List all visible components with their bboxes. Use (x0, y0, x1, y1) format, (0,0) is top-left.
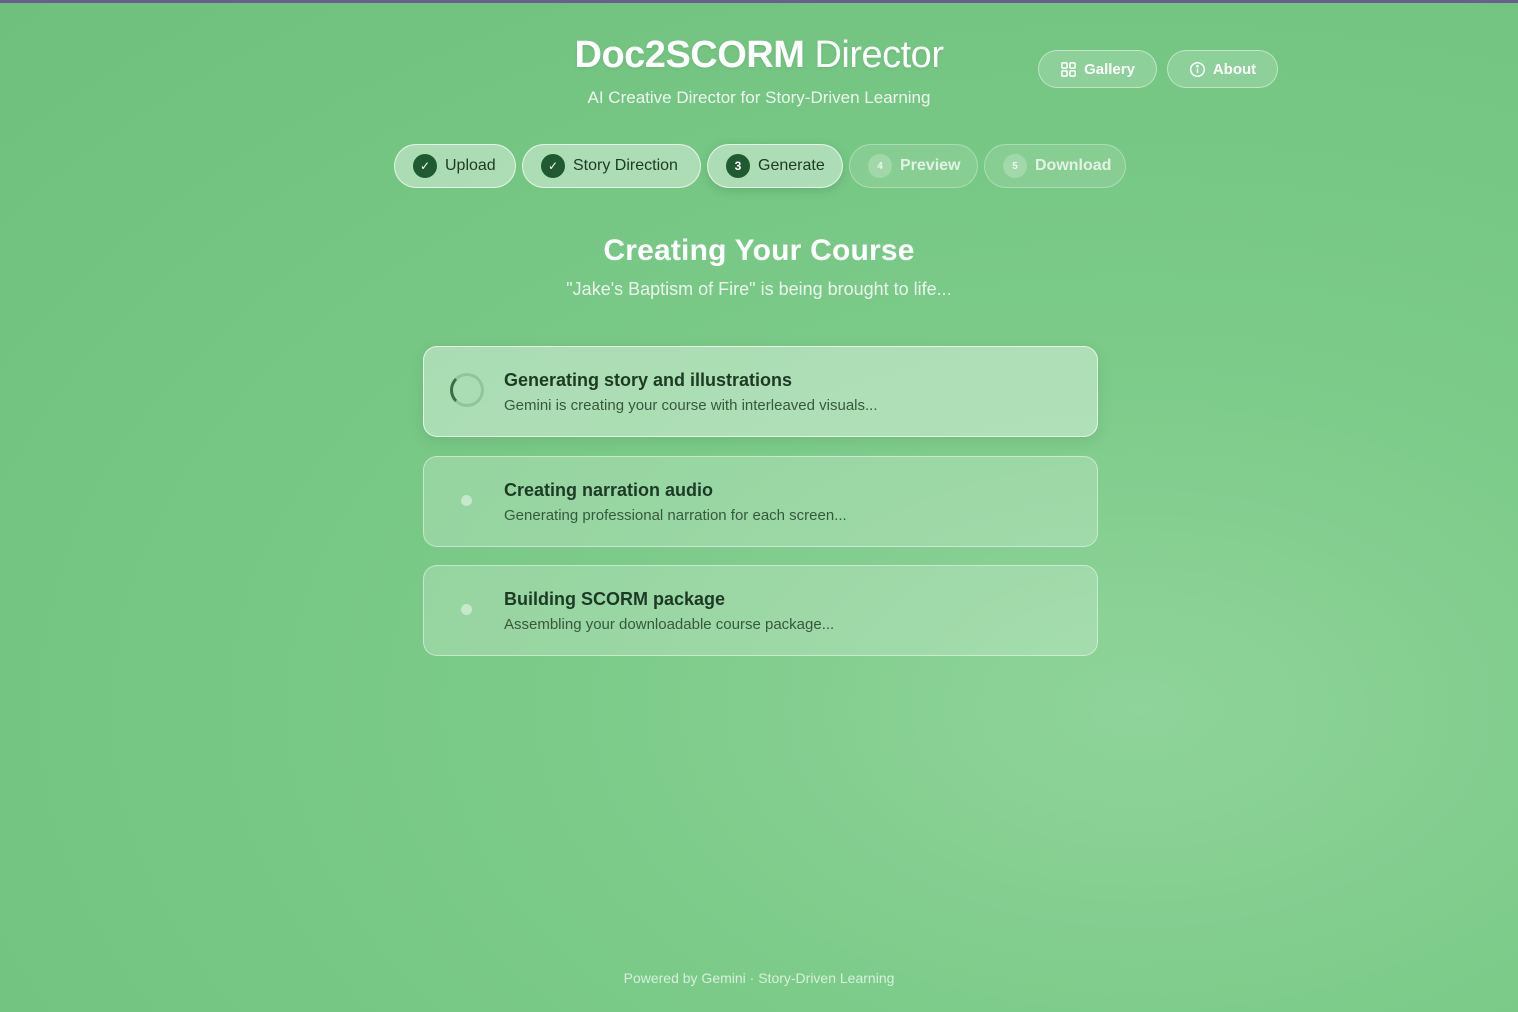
progress-stepper: ✓ Upload ✓ Story Direction 3 Generate 4 … (0, 144, 1518, 188)
app-title-brand: Doc2SCORM (574, 34, 805, 76)
page-subtitle: "Jake's Baptism of Fire" is being brough… (566, 279, 952, 299)
task-title: Creating narration audio (504, 480, 714, 500)
task-description: Gemini is creating your course with inte… (504, 397, 878, 414)
about-button-label: About (1212, 60, 1257, 78)
task-card-package: Building SCORM package Assembling your d… (423, 565, 1098, 656)
step-download[interactable]: 5 Download (984, 144, 1126, 188)
app-subtitle: AI Creative Director for Story-Driven Le… (587, 88, 931, 107)
app-title-suffix: Director (814, 34, 944, 76)
step-story-direction[interactable]: ✓ Story Direction (522, 144, 701, 188)
step-number-badge: 4 (868, 154, 892, 178)
spinner-icon (450, 373, 484, 407)
task-card-story: Generating story and illustrations Gemin… (423, 346, 1098, 437)
task-description: Generating professional narration for ea… (504, 507, 847, 524)
footer-text: Powered by Gemini · Story-Driven Learnin… (623, 970, 895, 986)
step-number-badge: 3 (726, 154, 750, 178)
about-button[interactable]: About (1167, 50, 1278, 88)
dot-icon (461, 604, 472, 615)
app-title: Doc2SCORM Director (0, 34, 1518, 77)
task-title: Building SCORM package (504, 589, 726, 609)
step-label: Download (1035, 157, 1112, 174)
step-preview[interactable]: 4 Preview (849, 144, 978, 188)
step-label: Upload (445, 157, 496, 174)
step-number-badge: 5 (1003, 154, 1027, 178)
step-upload[interactable]: ✓ Upload (394, 144, 516, 188)
task-title: Generating story and illustrations (504, 370, 793, 390)
task-card-narration: Creating narration audio Generating prof… (423, 456, 1098, 547)
gallery-button-label: Gallery (1084, 60, 1135, 78)
step-generate[interactable]: 3 Generate (707, 144, 843, 188)
step-label: Generate (758, 157, 825, 174)
top-border (0, 0, 1518, 3)
dot-icon (461, 495, 472, 506)
step-label: Story Direction (573, 157, 678, 174)
gallery-button[interactable]: Gallery (1038, 50, 1157, 88)
step-label: Preview (900, 157, 961, 174)
info-icon (1189, 61, 1205, 77)
task-description: Assembling your downloadable course pack… (504, 616, 835, 633)
grid-icon (1061, 61, 1076, 77)
check-icon: ✓ (413, 154, 437, 178)
check-icon: ✓ (541, 154, 565, 178)
page-title: Creating Your Course (603, 234, 915, 267)
